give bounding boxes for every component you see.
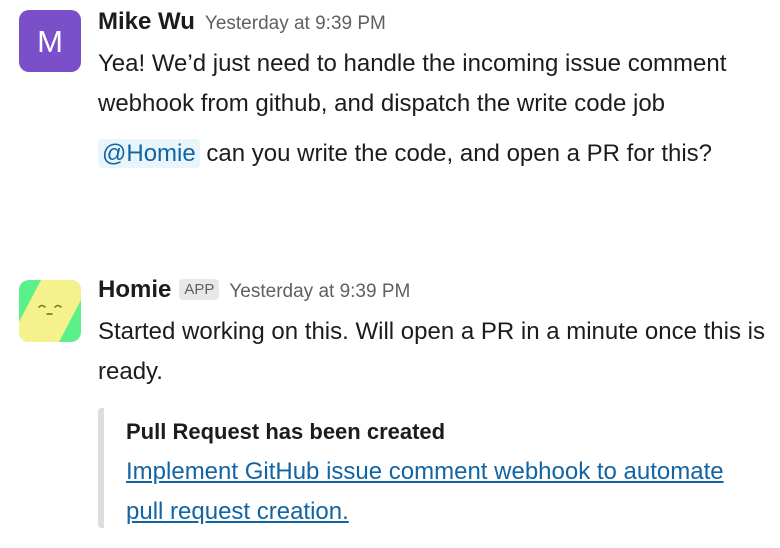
message-text: @Homie can you write the code, and open … [98,134,770,174]
pull-request-attachment: Pull Request has been created Implement … [98,408,766,528]
app-badge: APP [179,279,220,300]
timestamp[interactable]: Yesterday at 9:39 PM [229,281,410,303]
message-header: Homie APP Yesterday at 9:39 PM [98,276,770,312]
sender-name[interactable]: Homie [98,276,171,304]
message-text: Yea! We’d just need to handle the incomi… [98,50,727,117]
message-content: Mike Wu Yesterday at 9:39 PM Yea! We’d j… [98,8,770,174]
avatar[interactable]: M [19,10,81,72]
homie-app-icon[interactable] [19,280,81,342]
message-text-rest: can you write the code, and open a PR fo… [199,140,713,167]
pull-request-link[interactable]: Implement GitHub issue comment webhook t… [126,452,766,532]
message-header: Mike Wu Yesterday at 9:39 PM [98,8,770,44]
homie-icon-graphic [19,280,81,342]
message-text: Started working on this. Will open a PR … [98,318,765,385]
message-content: Homie APP Yesterday at 9:39 PM Started w… [98,276,770,392]
avatar-letter: M [37,23,63,59]
sender-name[interactable]: Mike Wu [98,8,195,36]
timestamp[interactable]: Yesterday at 9:39 PM [205,13,386,35]
user-mention[interactable]: @Homie [98,139,200,168]
attachment-title: Pull Request has been created [126,419,446,444]
